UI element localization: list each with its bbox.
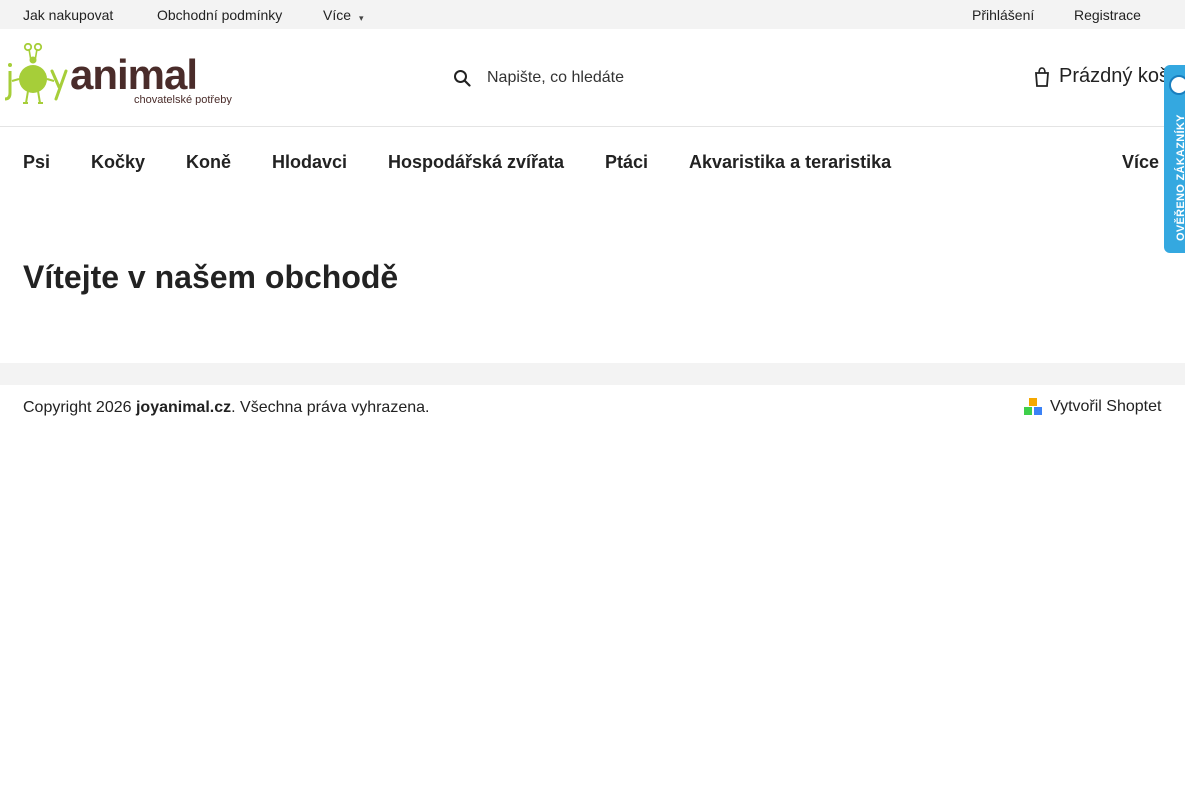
main-navigation: Psi Kočky Koně Hlodavci Hospodářská zvíř… [0,127,1185,195]
page-title: Vítejte v našem obchodě [23,259,399,295]
register-link[interactable]: Registrace [1074,7,1141,23]
nav-item-psi[interactable]: Psi [23,152,50,173]
verified-customers-badge[interactable]: OVĚŘENO ZÁKAZNÍKY [1164,65,1185,253]
shoptet-logo-icon [1024,398,1042,415]
cart-icon [1035,66,1049,87]
shoptet-credit-link[interactable]: Vytvořil Shoptet [1024,398,1161,416]
logo-tagline: chovatelské potřeby [134,94,232,105]
badge-text: OVĚŘENO ZÁKAZNÍKY [1175,114,1185,241]
topbar-more-label: Více [323,7,352,23]
nav-item-ptaci[interactable]: Ptáci [605,152,648,173]
copyright-prefix: Copyright 2026 [23,399,136,416]
cart-label: Prázdný koš [1059,65,1170,87]
nav-more-button[interactable]: Více [1122,152,1159,173]
nav-item-hlodavci[interactable]: Hlodavci [272,152,347,173]
copyright-suffix: . Všechna práva vyhrazena. [231,399,430,416]
copyright-text: Copyright 2026 joyanimal.cz. Všechna prá… [23,399,429,417]
verified-seal-icon [1169,75,1185,95]
site-footer: Copyright 2026 joyanimal.cz. Všechna prá… [0,385,1185,429]
logo-wordmark: animal [70,51,197,98]
search-icon[interactable] [453,69,471,87]
topbar-link-jak-nakupovat[interactable]: Jak nakupovat [23,7,113,23]
nav-item-kocky[interactable]: Kočky [91,152,145,173]
nav-item-akvaristika[interactable]: Akvaristika a teraristika [689,152,891,173]
topbar-link-obchodni-podminky[interactable]: Obchodní podmínky [157,7,282,23]
chevron-down-icon: ▾ [359,13,364,23]
search-bar [453,65,747,91]
search-input[interactable] [487,69,747,87]
login-link[interactable]: Přihlášení [972,7,1034,23]
cart-button[interactable]: Prázdný koš [1035,65,1169,88]
nav-item-kone[interactable]: Koně [186,152,231,173]
nav-item-hospodarska-zvirata[interactable]: Hospodářská zvířata [388,152,564,173]
copyright-site: joyanimal.cz [135,399,232,416]
top-bar: Jak nakupovat Obchodní podmínky Více ▾ Př… [0,0,1185,29]
footer-divider-band [0,363,1185,385]
joyanimal-logo: animal chovatelské potřeby [4,42,232,106]
site-logo[interactable]: animal chovatelské potřeby [4,42,240,106]
topbar-more-menu[interactable]: Více ▾ [323,7,364,23]
shoptet-credit-label: Vytvořil Shoptet [1050,398,1162,415]
site-header: animal chovatelské potřeby Prázdný koš [0,29,1185,127]
